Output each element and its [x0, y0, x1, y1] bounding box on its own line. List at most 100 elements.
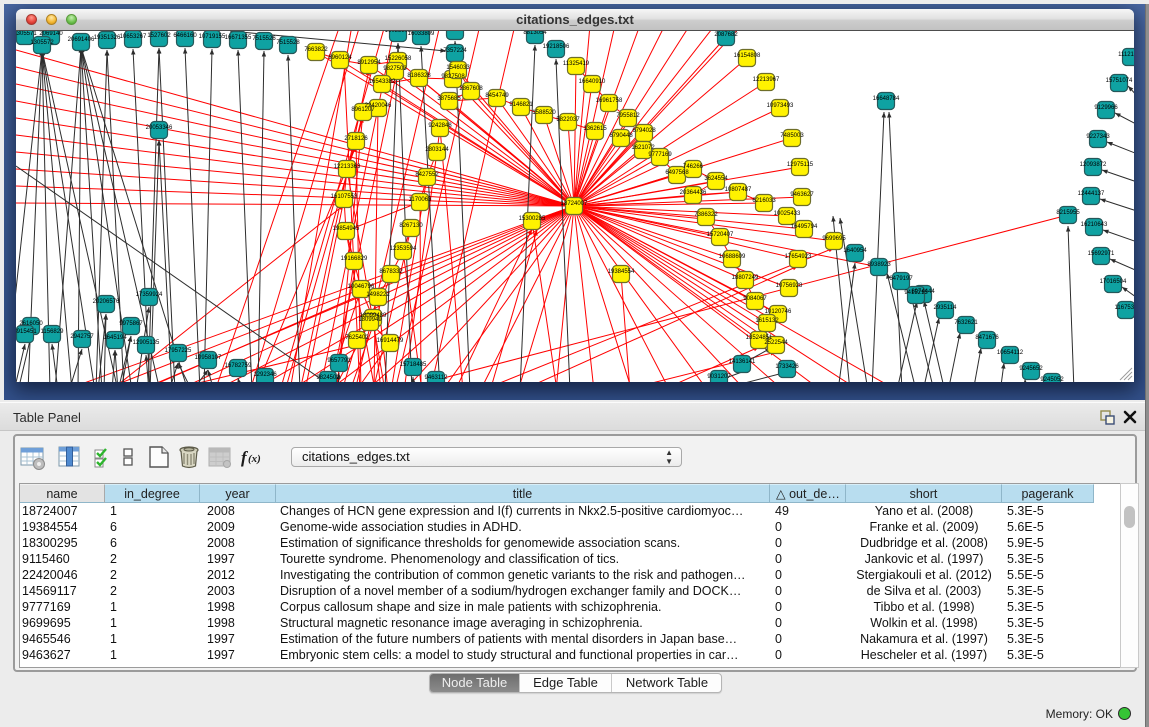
svg-text:9415213: 9415213: [904, 290, 928, 296]
svg-text:9227343: 9227343: [1086, 134, 1110, 140]
svg-text:6466160: 6466160: [173, 33, 197, 39]
svg-text:2718126: 2718126: [344, 136, 368, 142]
svg-text:1645194: 1645194: [103, 335, 127, 341]
svg-text:1640954: 1640954: [843, 248, 867, 254]
svg-text:12444137: 12444137: [1078, 191, 1105, 197]
svg-text:8186328: 8186328: [407, 73, 431, 79]
svg-text:8678332: 8678332: [379, 269, 403, 275]
svg-text:1527602: 1527602: [147, 33, 171, 39]
svg-text:10654112: 10654112: [997, 350, 1024, 356]
svg-text:7515526: 7515526: [252, 36, 276, 42]
svg-text:9777169: 9777169: [648, 152, 672, 158]
svg-text:746266: 746266: [683, 164, 704, 170]
svg-text:6794028: 6794028: [632, 128, 656, 134]
svg-text:9827503: 9827503: [383, 66, 407, 72]
svg-text:8938923: 8938923: [867, 262, 891, 268]
svg-text:7632621: 7632621: [954, 320, 978, 326]
svg-text:16543382: 16543382: [369, 79, 396, 85]
svg-text:16648784: 16648784: [873, 96, 900, 102]
svg-text:2942757: 2942757: [70, 334, 94, 340]
svg-text:16107553: 16107553: [331, 194, 358, 200]
svg-text:10756928: 10756928: [776, 283, 803, 289]
svg-text:8471676: 8471676: [975, 335, 999, 341]
svg-text:15718485: 15718485: [400, 362, 427, 368]
svg-text:16640910: 16640910: [579, 79, 606, 85]
svg-text:18807249: 18807249: [732, 275, 759, 281]
svg-text:9699695: 9699695: [822, 236, 846, 242]
svg-text:19854945: 19854945: [333, 226, 360, 232]
svg-text:10653267: 10653267: [120, 34, 147, 40]
svg-text:8813054: 8813054: [523, 31, 547, 36]
svg-text:16782759: 16782759: [225, 363, 252, 369]
svg-text:20206576: 20206576: [93, 299, 120, 305]
svg-text:7955812: 7955812: [616, 113, 640, 119]
svg-text:2867608: 2867608: [459, 86, 483, 92]
svg-text:1167533: 1167533: [1115, 305, 1134, 311]
svg-text:1498222: 1498222: [366, 292, 390, 298]
svg-text:6479197: 6479197: [889, 276, 913, 282]
svg-text:10719155: 10719155: [199, 34, 226, 40]
svg-text:17957225: 17957225: [165, 348, 192, 354]
svg-text:1305571: 1305571: [16, 31, 37, 37]
svg-text:10973493: 10973493: [767, 103, 794, 109]
svg-text:1615132: 1615132: [755, 318, 779, 324]
svg-text:19166829: 19166829: [341, 256, 368, 262]
svg-text:1170063: 1170063: [409, 197, 433, 203]
svg-text:15300285: 15300285: [519, 216, 546, 222]
svg-text:12213363: 12213363: [334, 164, 361, 170]
svg-text:17016504: 17016504: [1100, 279, 1127, 285]
svg-text:16033809: 16033809: [408, 31, 435, 37]
svg-text:15751074: 15751074: [1106, 78, 1133, 84]
svg-text:8960124: 8960124: [328, 55, 352, 61]
svg-text:3624554: 3624554: [704, 176, 728, 182]
svg-text:1621072: 1621072: [631, 145, 655, 151]
svg-text:7625402: 7625402: [345, 335, 369, 341]
svg-text:8454749: 8454749: [485, 93, 509, 99]
svg-text:20053346: 20053346: [146, 125, 173, 131]
svg-text:3875685: 3875685: [437, 96, 461, 102]
svg-text:9975867: 9975867: [119, 321, 143, 327]
svg-text:1588520: 1588520: [532, 110, 556, 116]
svg-text:15226058: 15226058: [385, 56, 412, 62]
svg-text:1156829: 1156829: [41, 329, 65, 335]
svg-text:(x): (x): [248, 453, 261, 465]
svg-text:16210643: 16210643: [1081, 222, 1108, 228]
svg-text:9824502: 9824502: [316, 375, 340, 381]
svg-text:2935114: 2935114: [934, 305, 958, 311]
svg-text:8961207: 8961207: [351, 107, 375, 113]
svg-text:16961758: 16961758: [596, 98, 623, 104]
svg-text:7386322: 7386322: [694, 212, 718, 218]
svg-text:1305572: 1305572: [30, 40, 54, 46]
svg-text:9657791: 9657791: [327, 358, 351, 364]
svg-text:9337225: 9337225: [443, 31, 467, 32]
svg-text:10807487: 10807487: [725, 187, 752, 193]
svg-text:6497568: 6497568: [665, 170, 689, 176]
svg-text:16671355: 16671355: [225, 35, 252, 41]
svg-text:9031207: 9031207: [707, 374, 731, 380]
svg-text:19384554: 19384554: [608, 269, 635, 275]
svg-text:10688609: 10688609: [719, 254, 746, 260]
svg-text:10120746: 10120746: [765, 309, 792, 315]
svg-text:5822037: 5822037: [556, 117, 580, 123]
svg-text:12975115: 12975115: [787, 162, 814, 168]
svg-text:18724007: 18724007: [561, 201, 588, 207]
svg-text:16495794: 16495794: [791, 224, 818, 230]
svg-text:9245652: 9245652: [1019, 366, 1043, 372]
svg-text:8267130: 8267130: [399, 223, 423, 229]
svg-text:19218506: 19218506: [543, 44, 570, 50]
svg-text:10046796: 10046796: [348, 284, 375, 290]
svg-text:8427552: 8427552: [415, 172, 439, 178]
svg-text:1809949: 1809949: [358, 317, 382, 323]
svg-text:11121043: 11121043: [1118, 52, 1134, 58]
svg-text:9827508: 9827508: [441, 74, 465, 80]
svg-text:2616050: 2616050: [19, 321, 43, 327]
svg-text:14136141: 14136141: [729, 359, 756, 365]
svg-text:7663822: 7663822: [304, 47, 328, 53]
svg-text:15720407: 15720407: [707, 232, 734, 238]
svg-text:12905135: 12905135: [133, 340, 160, 346]
svg-text:8215955: 8215955: [1056, 210, 1080, 216]
svg-text:6790448: 6790448: [609, 133, 633, 139]
svg-text:12093872: 12093872: [1080, 162, 1107, 168]
svg-text:12353594: 12353594: [390, 246, 417, 252]
svg-text:16154808: 16154808: [734, 53, 761, 59]
